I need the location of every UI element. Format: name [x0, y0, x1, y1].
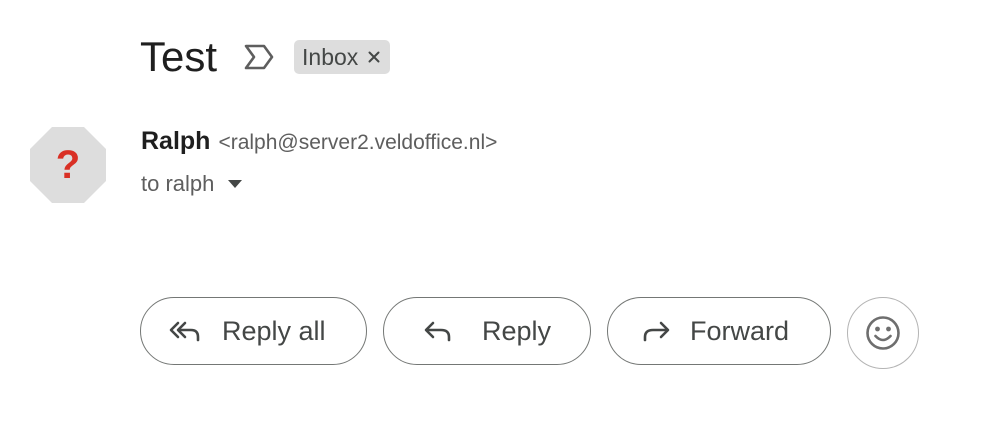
reply-all-label: Reply all	[222, 315, 326, 346]
arrow-drop-down-icon[interactable]	[228, 179, 243, 189]
reply-all-button[interactable]: Reply all	[140, 297, 367, 365]
sender-name[interactable]: Ralph	[141, 127, 210, 156]
message-subject: Test	[140, 33, 218, 80]
sender-avatar[interactable]: ?	[30, 127, 106, 203]
forward-label: Forward	[690, 315, 790, 346]
add-reaction-button[interactable]	[847, 297, 919, 369]
sender-email: <ralph@server2.veldoffice.nl>	[218, 131, 498, 154]
label-chip-inbox[interactable]: Inbox	[294, 40, 391, 74]
avatar-glyph: ?	[56, 143, 80, 187]
recipient-text: to ralph	[141, 171, 215, 196]
emoji-smile-icon	[865, 315, 901, 351]
label-important-outline-icon[interactable]	[243, 43, 275, 71]
subject-row: Test Inbox	[140, 30, 391, 84]
reply-button[interactable]: Reply	[383, 297, 591, 365]
recipient-details-toggle[interactable]: to ralph	[141, 169, 243, 199]
reply-icon	[422, 315, 454, 347]
reply-all-icon	[169, 315, 201, 347]
forward-icon	[640, 315, 672, 347]
forward-button[interactable]: Forward	[607, 297, 831, 365]
sender-row: Ralph <ralph@server2.veldoffice.nl>	[141, 127, 497, 161]
label-chip-text: Inbox	[302, 43, 359, 70]
close-icon[interactable]	[367, 50, 381, 64]
reply-label: Reply	[482, 315, 552, 346]
